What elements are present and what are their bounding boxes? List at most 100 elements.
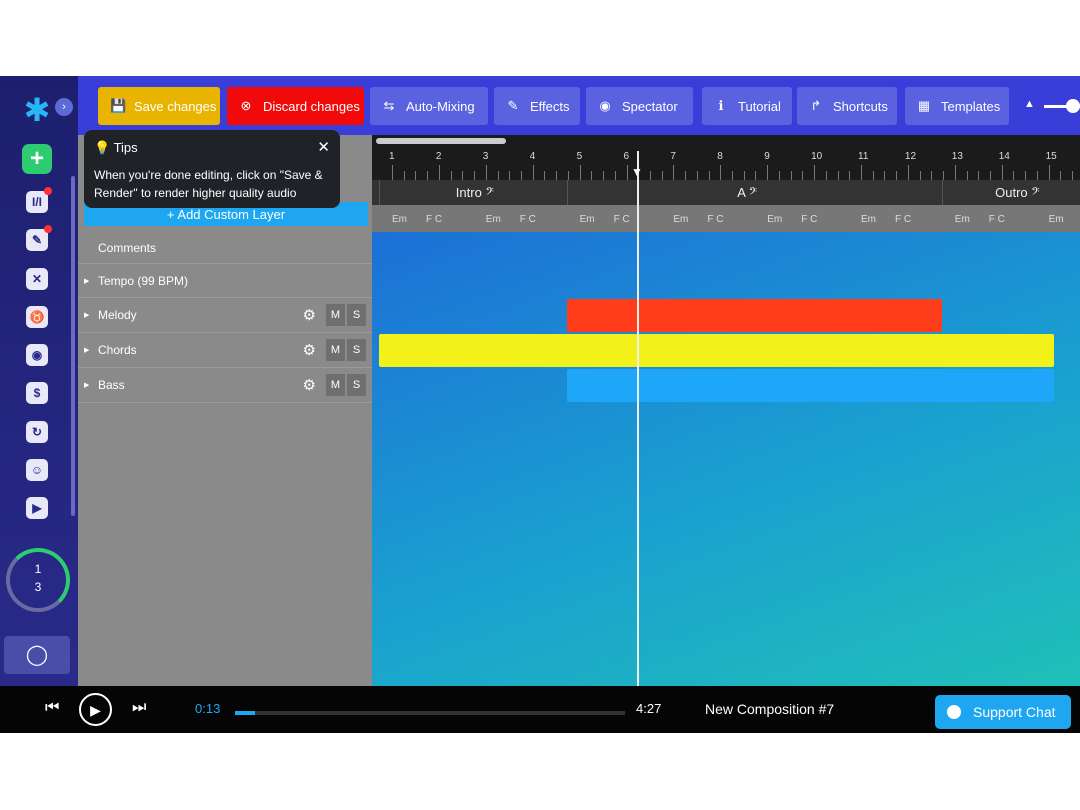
edit-icon[interactable]: ✎: [26, 225, 52, 251]
track-chords[interactable]: ▶ Chords ⚙ M S: [78, 333, 372, 368]
expand-arrow-icon[interactable]: ▶: [84, 381, 89, 389]
section-divider: [566, 180, 568, 205]
toolbar-button-templates[interactable]: ▦ Templates: [905, 87, 1009, 125]
dollar-icon[interactable]: $: [26, 382, 48, 404]
chat-icon: [947, 705, 961, 719]
section-outro[interactable]: Outro 𝄢: [995, 185, 1040, 201]
chord-label[interactable]: Em: [673, 214, 688, 225]
solo-button[interactable]: S: [347, 374, 366, 396]
tips-popup: 💡 Tips When you're done editing, click o…: [84, 130, 340, 208]
broadcast-icon[interactable]: ◉: [26, 344, 48, 366]
seek-bar[interactable]: [235, 711, 625, 715]
sliders-icon: ⇆: [383, 98, 395, 113]
track-melody[interactable]: ▶ Melody ⚙ M S: [78, 298, 372, 333]
chord-label[interactable]: Em: [861, 214, 876, 225]
close-circle-icon: ⊗: [240, 98, 252, 113]
gear-icon[interactable]: ⚙: [303, 376, 316, 394]
measure-label: 9: [764, 151, 770, 162]
track-comments[interactable]: Comments: [78, 232, 372, 264]
mute-button[interactable]: M: [326, 304, 345, 326]
tick: [790, 171, 792, 180]
track-tempo[interactable]: ▶ Tempo (99 BPM): [78, 264, 372, 298]
clip-chords[interactable]: [379, 334, 1055, 367]
expand-arrow-icon[interactable]: ▶: [84, 346, 89, 354]
measure-label: 4: [529, 151, 536, 162]
toolbar-button-auto-mixing[interactable]: ⇆ Auto-Mixing: [370, 87, 488, 125]
toolbar-button-discard-changes[interactable]: ⊗ Discard changes: [227, 87, 364, 125]
tick: [907, 165, 909, 180]
track-name: Tempo (99 BPM): [98, 273, 189, 288]
discord-icon[interactable]: ☺: [26, 459, 48, 481]
expand-arrow-icon[interactable]: ▶: [84, 277, 89, 285]
chord-label[interactable]: F C: [426, 214, 442, 225]
chord-label[interactable]: Em: [955, 214, 970, 225]
tick: [802, 171, 804, 180]
gear-icon[interactable]: ⚙: [303, 306, 316, 324]
close-icon[interactable]: ✕: [317, 138, 330, 156]
tick: [567, 171, 569, 180]
section-intro[interactable]: Intro 𝄢: [456, 185, 494, 201]
chord-label[interactable]: F C: [707, 214, 723, 225]
bass-clef-icon: 𝄢: [1031, 185, 1040, 200]
chord-label[interactable]: F C: [989, 214, 1005, 225]
section-a[interactable]: A 𝄢: [737, 185, 757, 201]
clip-melody[interactable]: [566, 299, 942, 332]
section-label: Outro: [995, 185, 1028, 200]
expand-arrow-icon[interactable]: ▶: [84, 311, 89, 319]
gear-icon[interactable]: ⚙: [303, 341, 316, 359]
mute-button[interactable]: M: [326, 374, 345, 396]
play-button[interactable]: ▶: [79, 693, 112, 726]
composition-title: New Composition #7: [705, 701, 835, 717]
playhead-marker-icon[interactable]: ▼: [631, 165, 643, 179]
tick: [626, 165, 628, 180]
previous-icon[interactable]: ⏮: [45, 699, 59, 717]
toolbar-button-shortcuts[interactable]: ↱ Shortcuts: [797, 87, 897, 125]
progress-current: 1: [34, 562, 42, 576]
tick: [732, 171, 733, 180]
measure-label: 11: [858, 151, 869, 162]
button-label: Spectator: [622, 98, 678, 114]
youtube-icon[interactable]: ▶: [26, 497, 48, 519]
chord-label[interactable]: F C: [614, 214, 630, 225]
solo-button[interactable]: S: [347, 339, 366, 361]
volume-slider[interactable]: ▲: [1024, 98, 1080, 114]
track-bass[interactable]: ▶ Bass ⚙ M S: [78, 368, 372, 403]
chord-label[interactable]: F C: [801, 214, 817, 225]
next-icon[interactable]: ⏭: [132, 699, 146, 717]
timeline[interactable]: 1 2 3 4 5 6 7 8 9 10 11 12 13 14 15 Intro 𝄢 A 𝄢 Outro 𝄢 …: [372, 135, 1080, 686]
mute-button[interactable]: M: [326, 339, 345, 361]
chords-lane[interactable]: Em F C Em F C Em F C Em F C Em F C Em F C Em F C Em: [372, 205, 1080, 232]
support-chat-button[interactable]: Support Chat: [935, 695, 1071, 729]
chord-label[interactable]: Em: [580, 214, 595, 225]
history-icon[interactable]: ↻: [26, 421, 48, 443]
sections-lane[interactable]: Intro 𝄢 A 𝄢 Outro 𝄢: [372, 180, 1080, 205]
tick: [614, 171, 616, 180]
total-time: 4:27: [636, 701, 662, 716]
sidebar-scrollbar[interactable]: [71, 176, 75, 516]
horizontal-scrollbar[interactable]: [376, 138, 506, 144]
chord-label[interactable]: F C: [520, 214, 536, 225]
expand-sidebar-button[interactable]: ›: [55, 98, 73, 116]
lyrics-icon[interactable]: I/I: [26, 187, 52, 213]
add-icon[interactable]: +: [22, 144, 52, 174]
ruler[interactable]: 1 2 3 4 5 6 7 8 9 10 11 12 13 14 15: [372, 135, 1080, 180]
chord-label[interactable]: F C: [895, 214, 911, 225]
clip-bass[interactable]: [566, 369, 1055, 402]
tick: [556, 171, 558, 180]
toolbar-button-effects[interactable]: ✎ Effects: [494, 87, 580, 125]
button-label: Effects: [530, 98, 570, 114]
solo-button[interactable]: S: [347, 304, 366, 326]
trophy-icon[interactable]: ♉: [26, 306, 48, 328]
toolbar-button-tutorial[interactable]: ℹ Tutorial: [702, 87, 792, 125]
playhead[interactable]: [636, 151, 639, 686]
chord-label[interactable]: Em: [392, 214, 407, 225]
tools-icon[interactable]: ✕: [26, 268, 48, 290]
save-icon: 💾: [110, 98, 127, 113]
chord-label[interactable]: Em: [1049, 214, 1064, 225]
measure-label: 10: [811, 151, 823, 162]
toolbar-button-spectator[interactable]: ◉ Spectator: [586, 87, 693, 125]
account-button[interactable]: ◯: [4, 636, 70, 674]
chord-label[interactable]: Em: [486, 214, 501, 225]
toolbar-button-save-changes[interactable]: 💾 Save changes: [98, 87, 220, 125]
chord-label[interactable]: Em: [767, 214, 782, 225]
